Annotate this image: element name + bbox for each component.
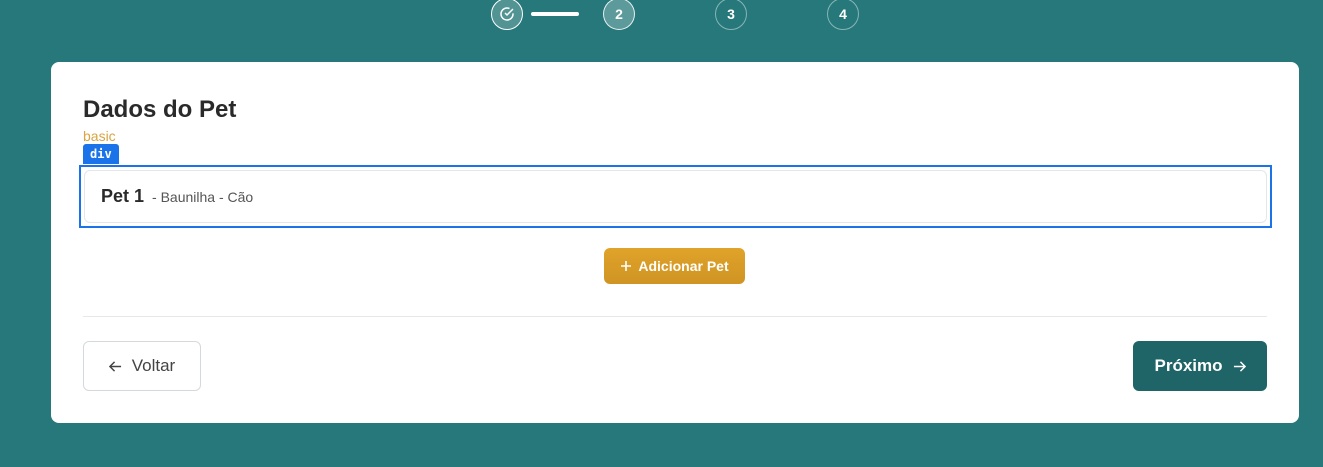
add-pet-label: Adicionar Pet: [638, 258, 729, 274]
divider: [83, 316, 1267, 317]
step-3-label: 3: [727, 6, 735, 22]
step-2-label: 2: [615, 6, 623, 22]
page-title: Dados do Pet: [83, 96, 237, 123]
step-connector: [531, 12, 579, 16]
pet-details: - Baunilha - Cão: [152, 188, 254, 205]
step-2[interactable]: 2: [603, 0, 635, 30]
back-label: Voltar: [131, 356, 176, 375]
pet-name: Pet 1: [101, 186, 145, 206]
add-pet-button[interactable]: Adicionar Pet: [604, 248, 745, 284]
page-subtitle: basic: [83, 128, 116, 144]
pet-list-item[interactable]: Pet 1 - Baunilha - Cão: [84, 170, 1267, 223]
step-3[interactable]: 3: [715, 0, 747, 30]
step-4[interactable]: 4: [827, 0, 859, 30]
step-4-label: 4: [839, 6, 847, 22]
step-1-complete[interactable]: [491, 0, 523, 30]
next-button[interactable]: Próximo: [1133, 341, 1267, 391]
element-debug-tag: div: [83, 144, 119, 164]
arrow-right-icon: [1233, 360, 1246, 373]
arrow-left-icon: [108, 360, 122, 373]
progress-stepper: 2 3 4: [0, 0, 1323, 30]
pet-list-highlight: Pet 1 - Baunilha - Cão: [79, 165, 1272, 228]
pet-data-card: Dados do Pet basic div Pet 1 - Baunilha …: [51, 62, 1299, 423]
check-circle-icon: [499, 6, 515, 22]
back-button[interactable]: Voltar: [83, 341, 201, 391]
next-label: Próximo: [1154, 356, 1223, 375]
plus-icon: [620, 260, 632, 272]
